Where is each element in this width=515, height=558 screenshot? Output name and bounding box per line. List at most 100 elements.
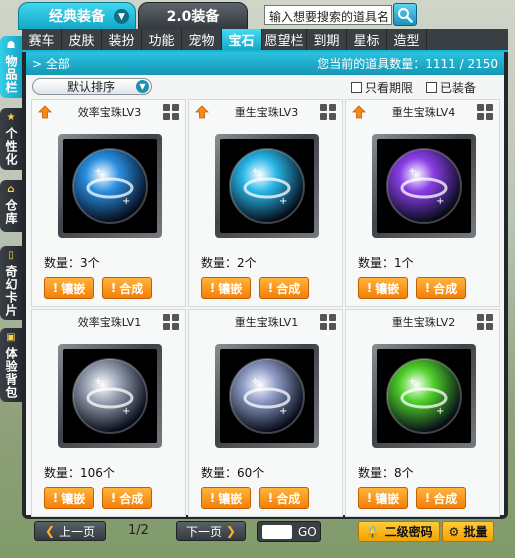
equipped-label: 已装备: [440, 81, 477, 95]
item-image-frame[interactable]: + +: [215, 134, 319, 238]
grid-view-icon[interactable]: [477, 104, 493, 120]
exclamation-icon: !: [366, 491, 373, 505]
exclamation-icon: !: [267, 491, 274, 505]
side-tab-personalize[interactable]: ★ 个性化: [0, 108, 22, 170]
svg-text:+: +: [251, 166, 259, 177]
inlay-button[interactable]: ! 镶嵌: [201, 277, 251, 299]
item-card[interactable]: 重生宝珠LV4 + + 数量：1个! 镶嵌! 合成: [345, 99, 500, 307]
lock-icon: ▣: [6, 332, 16, 343]
gem-orb-icon: ++: [72, 358, 148, 434]
tab-category-gem[interactable]: 宝石: [222, 29, 262, 50]
sort-label: 默认排序: [67, 80, 116, 94]
tab-2-0-equipment[interactable]: 2.0装备: [138, 2, 248, 30]
search-input[interactable]: 输入想要搜索的道具名: [264, 5, 392, 25]
inlay-label: 镶嵌: [61, 491, 86, 506]
inlay-button[interactable]: ! 镶嵌: [44, 277, 94, 299]
combine-label: 合成: [119, 491, 144, 506]
svg-text:+: +: [436, 406, 444, 417]
item-card[interactable]: 重生宝珠LV3 + + 数量：2个! 镶嵌! 合成: [188, 99, 343, 307]
item-image-frame[interactable]: + +: [58, 344, 162, 448]
next-page-button[interactable]: 下一页 ❯: [176, 521, 246, 541]
item-quantity: 数量：60个: [201, 466, 265, 480]
inlay-label: 镶嵌: [218, 281, 243, 296]
only-expiring-checkbox[interactable]: 只看期限: [351, 79, 413, 96]
combine-button[interactable]: ! 合成: [102, 487, 152, 509]
search-icon: [398, 7, 413, 23]
equipped-checkbox[interactable]: 已装备: [426, 79, 476, 96]
item-image-frame[interactable]: + +: [372, 344, 476, 448]
tab-category-wishlist[interactable]: 愿望栏: [262, 29, 307, 50]
item-card[interactable]: 效率宝珠LV3 + + 数量：3个! 镶嵌! 合成: [31, 99, 186, 307]
item-card[interactable]: 效率宝珠LV1 + + 数量：106个! 镶嵌! 合成: [31, 309, 186, 517]
inlay-button[interactable]: ! 镶嵌: [44, 487, 94, 509]
chevron-down-icon: ▼: [136, 80, 149, 93]
tab-category-pet[interactable]: 宠物: [182, 29, 222, 50]
chevron-right-icon: ❯: [225, 524, 236, 538]
tab-category-starred[interactable]: 星标: [347, 29, 387, 50]
go-button[interactable]: GO: [298, 525, 317, 539]
exclamation-icon: !: [52, 491, 59, 505]
tab-category-racecar[interactable]: 赛车: [22, 29, 62, 50]
search-button[interactable]: [393, 3, 417, 26]
prev-page-button[interactable]: ❮ 上一页: [34, 521, 106, 541]
checkbox-box[interactable]: [351, 82, 362, 93]
side-tab-label: 仓库: [4, 199, 18, 225]
svg-text:+: +: [279, 196, 287, 207]
svg-text:+: +: [251, 376, 259, 387]
side-tab-warehouse[interactable]: ⌂ 仓库: [0, 180, 22, 232]
next-page-label: 下一页: [186, 524, 223, 539]
grid-view-icon[interactable]: [477, 314, 493, 330]
side-tab-label: 体验背包: [4, 347, 18, 399]
sub-filter-all[interactable]: > 全部: [32, 55, 70, 72]
tab-category-style[interactable]: 造型: [387, 29, 427, 50]
inlay-button[interactable]: ! 镶嵌: [358, 277, 408, 299]
grid-view-icon[interactable]: [163, 104, 179, 120]
combine-label: 合成: [433, 281, 458, 296]
grid-view-icon[interactable]: [320, 314, 336, 330]
gem-orb-icon: ++: [386, 148, 462, 224]
side-tab-label: 个性化: [4, 127, 18, 166]
inlay-button[interactable]: ! 镶嵌: [201, 487, 251, 509]
combine-button[interactable]: ! 合成: [102, 277, 152, 299]
svg-text:+: +: [122, 406, 130, 417]
side-tab-label: 奇幻卡片: [4, 265, 18, 317]
item-image-frame[interactable]: + +: [372, 134, 476, 238]
item-image-frame[interactable]: + +: [215, 344, 319, 448]
only-expiring-label: 只看期限: [365, 81, 414, 95]
side-tab-inventory[interactable]: ☗ 物品栏: [0, 36, 22, 98]
chevron-down-icon[interactable]: ▼: [114, 9, 129, 24]
side-tab-fantasy-cards[interactable]: ▯ 奇幻卡片: [0, 246, 22, 320]
side-tab-trial-bag[interactable]: ▣ 体验背包: [0, 328, 22, 402]
star-icon: ★: [6, 112, 16, 123]
checkbox-box[interactable]: [426, 82, 437, 93]
tab-classic-equipment[interactable]: 经典装备 ▼: [18, 2, 136, 30]
page-jump-input[interactable]: [262, 525, 292, 539]
filter-toolbar: 默认排序 ▼ 只看期限 已装备: [26, 75, 504, 97]
tab-category-expiring[interactable]: 到期: [307, 29, 347, 50]
combine-button[interactable]: ! 合成: [416, 487, 466, 509]
item-card[interactable]: 重生宝珠LV1 + + 数量：60个! 镶嵌! 合成: [188, 309, 343, 517]
svg-text:+: +: [279, 406, 287, 417]
inlay-button[interactable]: ! 镶嵌: [358, 487, 408, 509]
item-grid-area: 默认排序 ▼ 只看期限 已装备 效率宝珠LV3 + + 数量：3个! 镶嵌! 合成 重生宝珠…: [26, 75, 504, 517]
batch-button[interactable]: ⚙ 批量: [442, 521, 494, 542]
gem-orb-icon: ++: [229, 148, 305, 224]
item-image-frame[interactable]: + +: [58, 134, 162, 238]
grid-view-icon[interactable]: [320, 104, 336, 120]
item-count: 您当前的道具数量：1111 / 2150: [317, 57, 498, 71]
svg-text:+: +: [408, 166, 416, 177]
lock-icon: 🔒: [365, 524, 381, 539]
combine-button[interactable]: ! 合成: [416, 277, 466, 299]
side-tab-label: 物品栏: [4, 55, 18, 94]
grid-view-icon[interactable]: [163, 314, 179, 330]
tab-category-outfit[interactable]: 装扮: [102, 29, 142, 50]
tab-category-skin[interactable]: 皮肤: [62, 29, 102, 50]
page-jump: GO: [257, 521, 321, 542]
tab-category-function[interactable]: 功能: [142, 29, 182, 50]
sort-dropdown[interactable]: 默认排序 ▼: [32, 78, 152, 95]
combine-button[interactable]: ! 合成: [259, 277, 309, 299]
item-card[interactable]: 重生宝珠LV2 + + 数量：8个! 镶嵌! 合成: [345, 309, 500, 517]
sub-filter-all-label: 全部: [45, 57, 70, 71]
combine-button[interactable]: ! 合成: [259, 487, 309, 509]
secondary-password-button[interactable]: 🔒 二级密码: [358, 521, 440, 542]
